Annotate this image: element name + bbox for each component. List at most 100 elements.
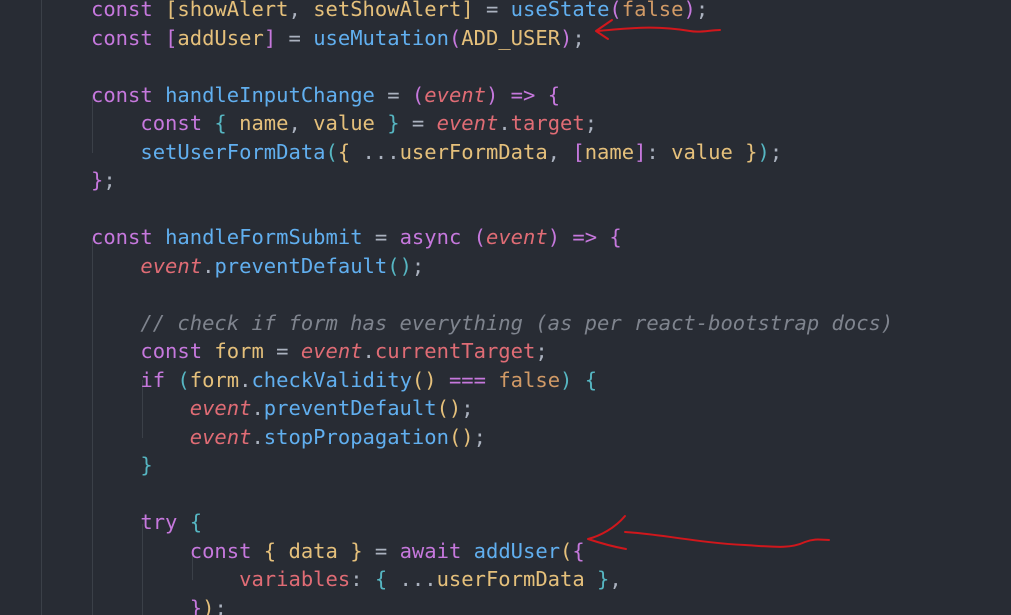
code-token: async (399, 225, 474, 249)
code-token: } (337, 538, 363, 563)
code-token: const (91, 339, 215, 363)
code-token: preventDefault (214, 253, 388, 278)
code-token: = (263, 339, 301, 363)
code-token: try (91, 510, 190, 534)
code-token: const (91, 0, 166, 21)
code-token: currentTarget (374, 339, 536, 363)
arrow-to-useMutation-line (597, 26, 721, 33)
code-token: ] (461, 0, 474, 21)
code-token: ; (572, 25, 585, 50)
code-token: . (251, 396, 264, 420)
code-token: checkValidity (251, 367, 412, 392)
code-token: [ (165, 0, 178, 21)
code-token: , (288, 0, 314, 21)
code-token: } (374, 111, 400, 135)
code-token: setShowAlert (313, 0, 462, 21)
code-token: ; (473, 424, 486, 449)
code-line: // check if form has everything (as per … (91, 309, 893, 337)
arrow-head-bottom (587, 515, 627, 550)
code-line: event.preventDefault(); (91, 394, 474, 422)
code-token: ] (634, 139, 647, 164)
code-token: { (374, 567, 388, 591)
code-token: userFormData (436, 567, 585, 591)
code-token: ) (560, 367, 573, 392)
code-token: event (91, 424, 252, 449)
code-line: variables: { ...userFormData }, (91, 565, 622, 593)
code-line: const [showAlert, setShowAlert] = useSta… (91, 0, 708, 23)
code-token: const (91, 82, 166, 107)
code-token: preventDefault (263, 396, 437, 420)
code-token: userFormData (399, 139, 548, 164)
code-line: const { data } = await addUser({ (91, 537, 585, 565)
code-token: form (214, 339, 264, 363)
code-token: () (436, 396, 462, 420)
arrow-to-addUser-call (624, 531, 830, 548)
code-token: } (91, 595, 203, 615)
code-token: ... (387, 567, 437, 591)
code-token: () (387, 253, 412, 278)
code-token: = (399, 111, 437, 135)
code-editor[interactable]: const [showAlert, setShowAlert] = useSta… (0, 0, 1011, 615)
code-token: event (91, 396, 252, 420)
code-token: => (498, 82, 548, 107)
code-token: variables (91, 567, 351, 591)
code-token: ; (695, 0, 709, 21)
code-token: . (362, 339, 375, 363)
code-token: ; (461, 396, 474, 420)
code-token: value (313, 111, 375, 135)
code-token: ( (448, 25, 462, 50)
code-token: { (214, 111, 227, 135)
code-token: } (91, 453, 153, 477)
code-token: { (263, 538, 277, 563)
code-token: ) (757, 139, 770, 164)
code-token: } (91, 168, 104, 192)
code-token: === (436, 367, 499, 392)
code-token: , (609, 567, 622, 591)
code-token: . (251, 424, 264, 449)
code-token: // check if form has everything (as per … (91, 310, 894, 335)
code-line: const form = event.currentTarget; (91, 337, 547, 365)
code-token: addUser (177, 25, 264, 50)
code-token: const (91, 538, 264, 563)
code-token: useState (510, 0, 610, 21)
code-token: false (621, 0, 684, 21)
code-token: } (584, 567, 610, 591)
code-token: name (226, 111, 289, 135)
code-token: = (276, 25, 314, 50)
code-line: try { (91, 508, 202, 536)
code-line: const handleFormSubmit = async (event) =… (91, 223, 622, 251)
code-token: ... (350, 139, 400, 164)
code-token: : (350, 567, 375, 591)
code-token: event (424, 82, 486, 107)
code-token: await (399, 538, 474, 563)
code-line: }; (91, 166, 116, 194)
code-token: false (498, 367, 561, 392)
code-token: ( (177, 367, 190, 392)
code-token: => (560, 225, 610, 249)
code-token: addUser (473, 538, 561, 563)
code-line: const [addUser] = useMutation(ADD_USER); (91, 24, 585, 52)
code-token: ) (547, 225, 561, 249)
code-token: ( (473, 225, 486, 249)
code-token: name (584, 139, 635, 164)
code-token: { (547, 82, 561, 107)
code-token: = (362, 538, 400, 563)
code-token: } (732, 139, 758, 164)
code-line: const { name, value } = event.target; (91, 109, 597, 137)
code-token: event (91, 253, 203, 278)
code-token: [ (572, 139, 585, 164)
code-token: . (202, 253, 215, 278)
code-token: event (300, 339, 363, 363)
code-token: [ (165, 25, 178, 50)
code-token: data (276, 538, 338, 563)
code-token: { (189, 510, 203, 534)
code-token: handleFormSubmit (165, 225, 363, 249)
code-token: value (671, 139, 733, 164)
code-token: = (362, 225, 400, 249)
code-token: { (572, 538, 585, 563)
code-line: } (91, 451, 153, 479)
code-token: . (498, 111, 511, 135)
code-token: () (411, 367, 437, 392)
code-token: ) (683, 0, 696, 21)
code-token: { (609, 225, 622, 249)
